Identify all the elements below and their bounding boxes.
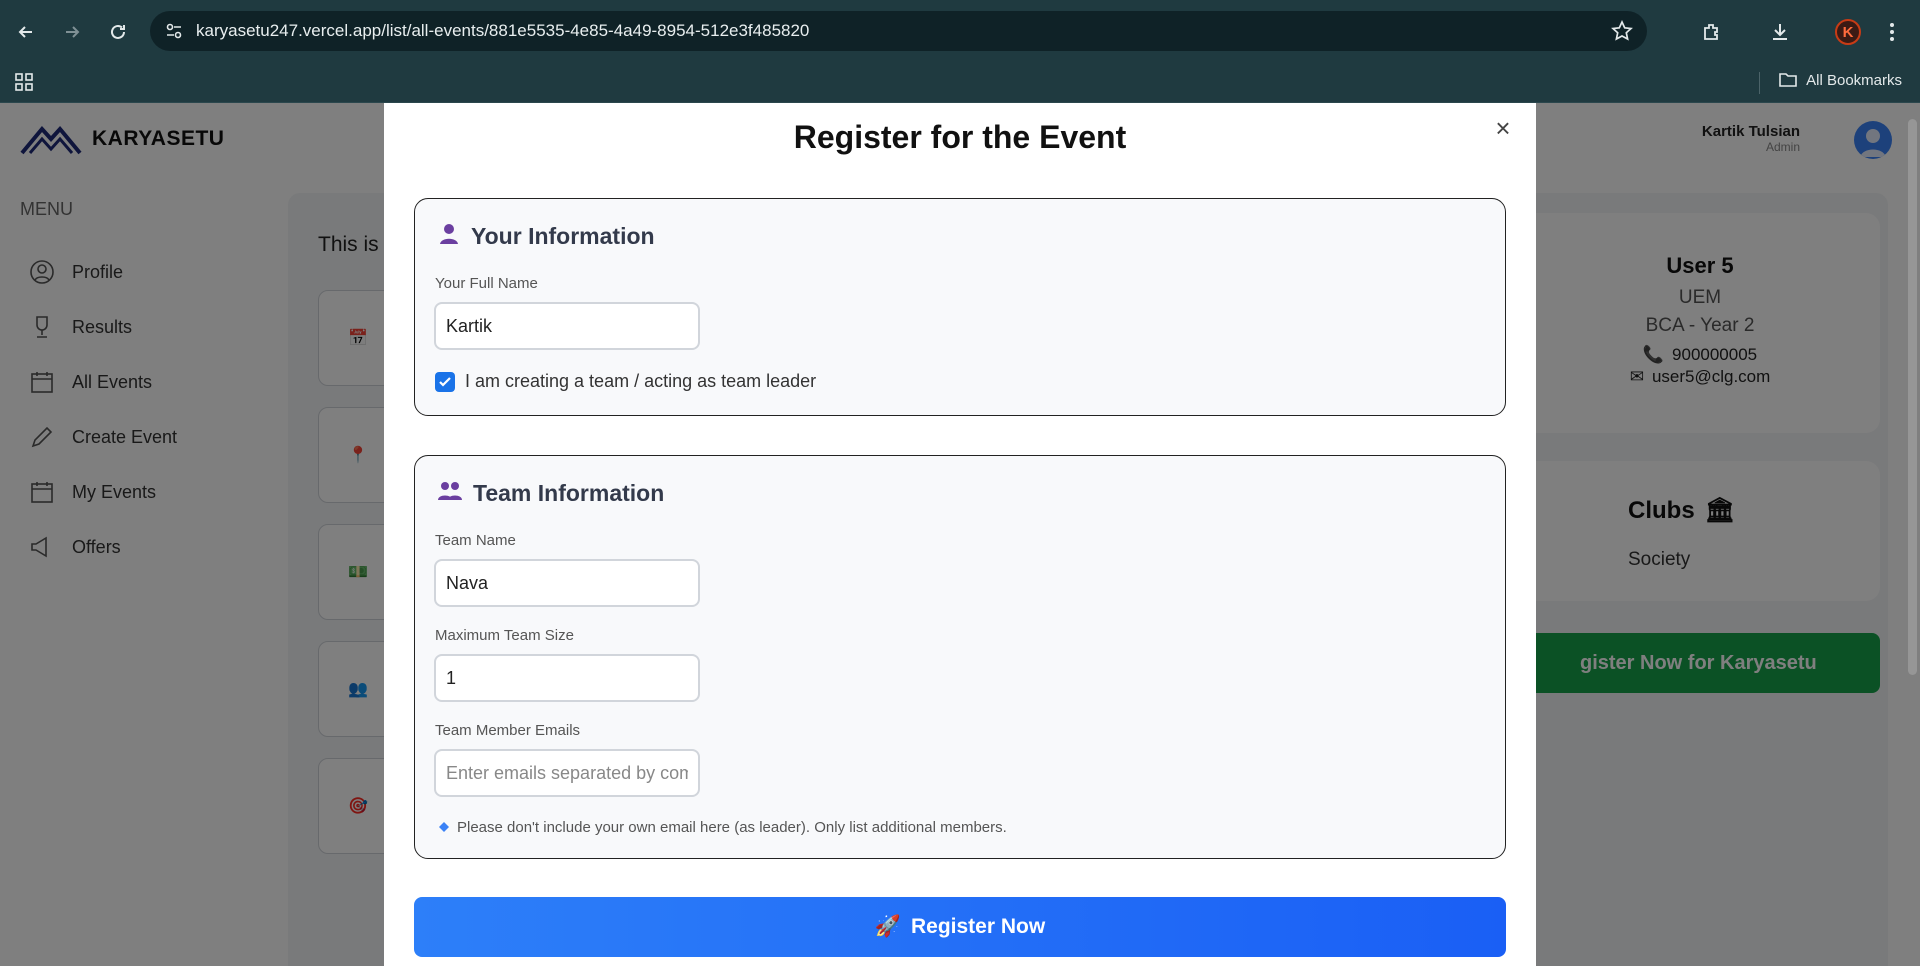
user-silhouette-icon — [437, 221, 461, 251]
page-scrollbar[interactable] — [1904, 103, 1920, 966]
register-modal: Register for the Event × Your Informatio… — [384, 103, 1536, 966]
modal-title: Register for the Event — [793, 119, 1127, 155]
address-bar[interactable]: karyasetu247.vercel.app/list/all-events/… — [150, 11, 1647, 51]
url-text: karyasetu247.vercel.app/list/all-events/… — [196, 21, 810, 40]
bookmarks-bar: All Bookmarks — [0, 62, 1920, 103]
all-bookmarks-button[interactable]: All Bookmarks — [1778, 71, 1902, 89]
team-leader-checkbox[interactable] — [435, 371, 455, 392]
close-icon[interactable]: × — [1488, 113, 1518, 143]
team-member-emails-input[interactable] — [434, 749, 700, 797]
download-icon[interactable] — [1762, 14, 1798, 50]
team-name-input[interactable] — [434, 559, 700, 607]
site-info-icon[interactable] — [154, 11, 194, 51]
team-information-section: Team Information Team Name Maximum Team … — [414, 455, 1506, 859]
rocket-icon: 🚀 — [874, 915, 901, 938]
team-icon — [437, 478, 463, 508]
folder-icon — [1779, 73, 1797, 87]
forward-icon[interactable] — [54, 14, 90, 50]
register-now-label: Register Now — [910, 915, 1046, 938]
max-team-size-label: Maximum Team Size — [435, 627, 574, 644]
your-information-section: Your Information Your Full Name I am cre… — [414, 198, 1506, 416]
reload-icon[interactable] — [100, 14, 136, 50]
profile-initial: K — [1835, 19, 1861, 45]
bookmarks-separator — [1759, 72, 1760, 94]
emails-note-text: Please don't include your own email here… — [457, 819, 1007, 836]
team-leader-label: I am creating a team / acting as team le… — [465, 371, 817, 391]
team-name-label: Team Name — [435, 532, 516, 549]
more-menu-icon[interactable] — [1874, 14, 1910, 50]
section-title: Team Information — [473, 479, 665, 506]
diamond-bullet-icon — [439, 819, 449, 836]
bookmark-star-icon[interactable] — [1611, 19, 1633, 47]
full-name-label: Your Full Name — [435, 275, 538, 292]
profile-avatar[interactable]: K — [1830, 14, 1866, 50]
scrollbar-thumb[interactable] — [1908, 119, 1917, 675]
browser-toolbar: karyasetu247.vercel.app/list/all-events/… — [0, 0, 1920, 62]
register-now-button[interactable]: 🚀 Register Now — [414, 897, 1506, 957]
emails-note: Please don't include your own email here… — [439, 819, 1007, 836]
max-team-size-input[interactable] — [434, 654, 700, 702]
all-bookmarks-label: All Bookmarks — [1806, 71, 1902, 89]
full-name-input[interactable] — [434, 302, 700, 350]
team-leader-checkbox-row[interactable]: I am creating a team / acting as team le… — [435, 371, 816, 392]
extensions-icon[interactable] — [1694, 14, 1730, 50]
team-member-emails-label: Team Member Emails — [435, 722, 581, 739]
apps-grid-icon[interactable] — [6, 64, 42, 100]
section-title: Your Information — [471, 222, 655, 249]
back-icon[interactable] — [8, 14, 44, 50]
